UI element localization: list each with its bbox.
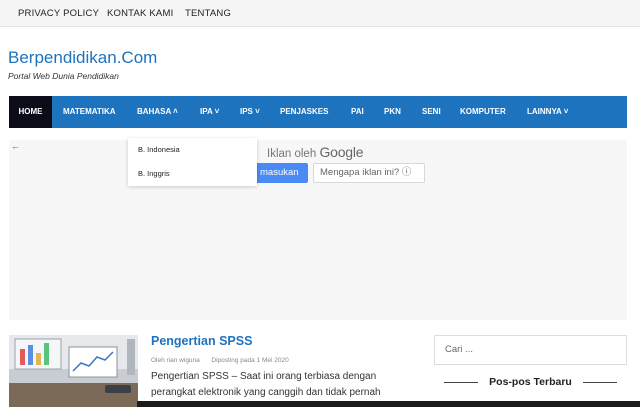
nav-pai[interactable]: PAI	[351, 96, 364, 128]
sidebar-search-input[interactable]: Cari ...	[434, 335, 627, 365]
ad-container: ← Iklan oleh Google masukan Mengapa ikla…	[9, 140, 627, 320]
post-excerpt: Pengertian SPSS – Saat ini orang terbias…	[151, 371, 381, 398]
kontak-kami-link[interactable]: KONTAK KAMI	[107, 8, 173, 19]
post-thumbnail-image	[9, 335, 138, 407]
dropdown-item-b-indonesia[interactable]: B. Indonesia	[138, 145, 180, 154]
nav-ipa[interactable]: IPA ˅	[200, 96, 219, 128]
post-meta: Oleh rian wiguna Diposting pada 1 Mei 20…	[151, 357, 289, 364]
google-logo: Google	[319, 144, 364, 160]
site-title[interactable]: Berpendidikan.Com	[8, 48, 157, 68]
nav-komputer[interactable]: KOMPUTER	[460, 96, 506, 128]
post-thumbnail[interactable]	[9, 335, 138, 407]
nav-seni[interactable]: SENI	[422, 96, 441, 128]
nav-lainnya[interactable]: LAINNYA ˅	[527, 96, 568, 128]
nav-pkn[interactable]: PKN	[384, 96, 401, 128]
post-author[interactable]: Oleh rian wiguna	[151, 357, 200, 364]
post-title[interactable]: Pengertian SPSS	[151, 334, 252, 348]
ad-attribution: Iklan oleh Google	[267, 144, 364, 160]
bahasa-dropdown-menu: B. Indonesia B. Inggris	[128, 138, 257, 186]
nav-bahasa[interactable]: BAHASA ˄	[137, 96, 178, 128]
widget-title-text: Pos-pos Terbaru	[489, 376, 572, 388]
ad-feedback-button[interactable]: masukan	[254, 163, 308, 183]
why-this-ad-button[interactable]: Mengapa iklan ini? ⓘ	[313, 163, 425, 183]
dropdown-item-b-inggris[interactable]: B. Inggris	[138, 169, 170, 178]
top-bar: PRIVACY POLICY KONTAK KAMI TENTANG	[0, 0, 640, 27]
main-navbar: HOME MATEMATIKA BAHASA ˄ IPA ˅ IPS ˅ PEN…	[9, 96, 627, 128]
nav-ips[interactable]: IPS ˅	[240, 96, 260, 128]
ad-by-label: Iklan oleh	[267, 148, 317, 160]
nav-penjaskes[interactable]: PENJASKES	[280, 96, 328, 128]
bottom-overlay-bar	[137, 401, 640, 407]
site-description: Portal Web Dunia Pendidikan	[8, 71, 119, 81]
back-arrow-icon[interactable]: ←	[11, 141, 20, 151]
privacy-policy-link[interactable]: PRIVACY POLICY	[18, 8, 99, 19]
tentang-link[interactable]: TENTANG	[185, 8, 231, 19]
recent-posts-widget-title: Pos-pos Terbaru	[434, 375, 627, 391]
nav-matematika[interactable]: MATEMATIKA	[63, 96, 116, 128]
post-date: Diposting pada 1 Mei 2020	[211, 357, 289, 364]
nav-home[interactable]: HOME	[9, 96, 52, 128]
